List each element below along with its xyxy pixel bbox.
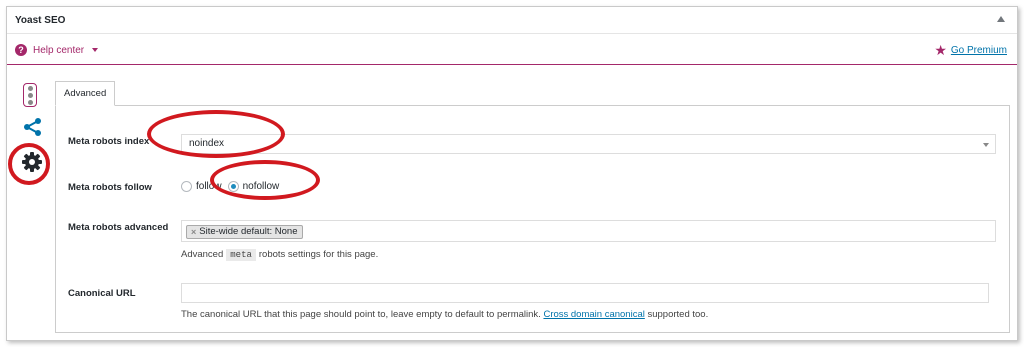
remove-chip-icon[interactable]: × [191, 226, 196, 238]
collapse-toggle-icon[interactable] [997, 16, 1005, 22]
robots-advanced-label: Meta robots advanced [68, 222, 169, 233]
gear-icon[interactable] [21, 151, 43, 176]
advanced-panel: Meta robots index noindex Meta robots fo… [55, 105, 1010, 333]
help-center-label: Help center [33, 44, 85, 56]
canonical-description: The canonical URL that this page should … [181, 309, 709, 320]
chevron-down-icon [983, 143, 989, 147]
meta-code: meta [226, 249, 256, 261]
share-icon[interactable] [23, 117, 43, 140]
caret-down-icon [92, 48, 99, 52]
selected-option-chip: × Site-wide default: None [186, 225, 303, 239]
metabox-header: Yoast SEO [7, 7, 1017, 34]
robots-index-label: Meta robots index [68, 136, 150, 147]
canonical-url-input[interactable] [181, 283, 989, 303]
help-bar: ? Help center ★ Go Premium [7, 35, 1017, 65]
question-icon: ? [15, 44, 27, 56]
nofollow-radio[interactable] [227, 181, 239, 192]
cross-domain-canonical-link[interactable]: Cross domain canonical [543, 309, 644, 320]
chip-label: Site-wide default: None [199, 226, 298, 237]
robots-advanced-description: Advanced meta robots settings for this pag… [181, 249, 379, 261]
traffic-light-icon[interactable] [23, 83, 37, 107]
go-premium-link[interactable]: ★ Go Premium [934, 42, 1007, 58]
yoast-seo-metabox: Yoast SEO ? Help center ★ Go Premium Adv… [6, 6, 1018, 341]
canonical-url-label: Canonical URL [68, 288, 136, 299]
robots-follow-label: Meta robots follow [68, 182, 152, 193]
follow-radio[interactable] [181, 181, 192, 192]
nofollow-label: nofollow [242, 181, 280, 192]
robots-advanced-multiselect[interactable]: × Site-wide default: None [181, 220, 996, 242]
follow-label: follow [196, 181, 222, 192]
tab-advanced[interactable]: Advanced [55, 81, 116, 106]
metabox-title: Yoast SEO [15, 15, 66, 26]
go-premium-label: Go Premium [950, 44, 1007, 56]
help-center-button[interactable]: ? Help center [15, 44, 99, 56]
star-icon: ★ [934, 42, 947, 58]
robots-index-select[interactable]: noindex [181, 134, 996, 154]
robots-index-value: noindex [189, 138, 225, 149]
robots-follow-radios: follow nofollow [181, 181, 285, 192]
